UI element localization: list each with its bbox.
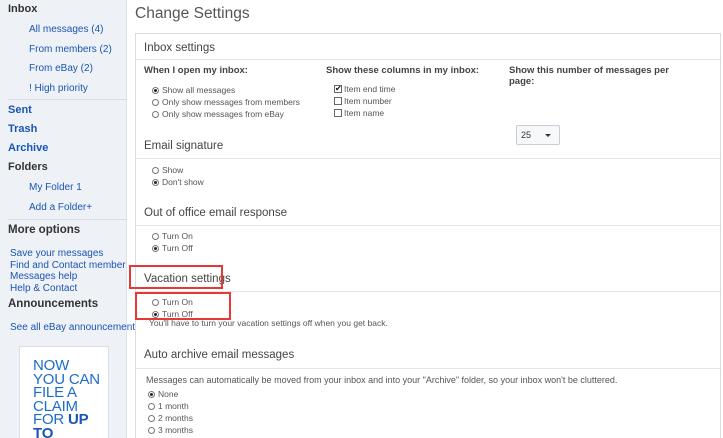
sidebar-divider bbox=[8, 99, 126, 100]
divider bbox=[136, 158, 722, 159]
main-content: Change Settings Inbox settings When I op… bbox=[127, 0, 723, 438]
archive-1-month-option[interactable]: 1 month bbox=[148, 401, 189, 411]
promo-line: FOR UP TO bbox=[33, 412, 108, 438]
only-members-option[interactable]: Only show messages from members bbox=[152, 97, 300, 107]
option-label: Show bbox=[162, 165, 184, 175]
sidebar-item-from-ebay[interactable]: From eBay (2) bbox=[0, 59, 126, 79]
option-label: 1 month bbox=[158, 401, 189, 411]
archive-none-option[interactable]: None bbox=[148, 389, 178, 399]
vacation-on-option[interactable]: Turn On bbox=[152, 297, 193, 307]
item-end-time-checkbox[interactable]: ✔ Item end time bbox=[334, 84, 396, 94]
help-contact-link[interactable]: Help & Contact bbox=[0, 283, 126, 295]
sidebar-item-high-priority[interactable]: ! High priority bbox=[0, 79, 126, 99]
sidebar-item-trash[interactable]: Trash bbox=[0, 121, 126, 140]
see-all-announcements-link[interactable]: See all eBay announcements bbox=[0, 322, 140, 334]
item-number-checkbox[interactable]: Item number bbox=[334, 96, 392, 106]
option-label: 3 months bbox=[158, 425, 193, 435]
option-label: Don't show bbox=[162, 177, 204, 187]
option-label: Show all messages bbox=[162, 85, 236, 95]
checkbox-checked-icon[interactable]: ✔ bbox=[334, 85, 342, 93]
sidebar-item-from-members[interactable]: From members (2) bbox=[0, 40, 126, 60]
checkbox-icon[interactable] bbox=[334, 109, 342, 117]
radio-selected-icon[interactable] bbox=[148, 390, 155, 398]
columns-heading: Show these columns in my inbox: bbox=[326, 65, 480, 76]
option-label: Only show messages from members bbox=[162, 97, 300, 107]
divider bbox=[136, 291, 722, 292]
caret-down-icon bbox=[545, 134, 551, 137]
vacation-note: You'll have to turn your vacation settin… bbox=[149, 318, 388, 328]
sidebar-inbox-heading[interactable]: Inbox bbox=[0, 1, 126, 20]
option-label: Turn On bbox=[162, 297, 193, 307]
option-label: Turn On bbox=[162, 231, 193, 241]
signature-dont-show-option[interactable]: Don't show bbox=[152, 177, 204, 187]
divider bbox=[136, 59, 722, 60]
radio-icon[interactable] bbox=[152, 110, 159, 118]
messages-help-link[interactable]: Messages help bbox=[0, 271, 126, 283]
radio-icon[interactable] bbox=[148, 414, 155, 422]
radio-icon[interactable] bbox=[152, 298, 159, 306]
radio-icon[interactable] bbox=[152, 232, 159, 240]
find-contact-member-link[interactable]: Find and Contact member bbox=[0, 260, 126, 272]
out-of-office-off-option[interactable]: Turn Off bbox=[152, 243, 193, 253]
option-label: Item end time bbox=[344, 84, 396, 94]
radio-selected-icon[interactable] bbox=[152, 86, 159, 94]
only-ebay-option[interactable]: Only show messages from eBay bbox=[152, 109, 284, 119]
sidebar: Inbox All messages (4) From members (2) … bbox=[0, 0, 140, 438]
divider bbox=[136, 225, 722, 226]
radio-icon[interactable] bbox=[152, 166, 159, 174]
archive-2-months-option[interactable]: 2 months bbox=[148, 413, 193, 423]
sidebar-divider bbox=[8, 219, 126, 220]
radio-icon[interactable] bbox=[148, 402, 155, 410]
signature-show-option[interactable]: Show bbox=[152, 165, 183, 175]
announcements-heading: Announcements bbox=[8, 298, 99, 310]
sidebar-item-my-folder-1[interactable]: My Folder 1 bbox=[0, 178, 126, 198]
save-messages-link[interactable]: Save your messages bbox=[0, 248, 126, 260]
option-label: Item number bbox=[344, 96, 392, 106]
item-name-checkbox[interactable]: Item name bbox=[334, 108, 384, 118]
radio-selected-icon[interactable] bbox=[152, 244, 159, 252]
sidebar-item-archive[interactable]: Archive bbox=[0, 140, 126, 159]
out-of-office-title: Out of office email response bbox=[144, 207, 287, 219]
page-size-heading: Show this number of messages per page: bbox=[509, 65, 669, 87]
heading-line: Show this number of messages per bbox=[509, 65, 669, 76]
radio-icon[interactable] bbox=[148, 426, 155, 434]
radio-icon[interactable] bbox=[152, 98, 159, 106]
radio-selected-icon[interactable] bbox=[152, 178, 159, 186]
sidebar-item-sent[interactable]: Sent bbox=[0, 102, 126, 121]
page-title: Change Settings bbox=[135, 5, 250, 22]
auto-archive-description: Messages can automatically be moved from… bbox=[146, 375, 618, 385]
option-label: None bbox=[158, 389, 179, 399]
divider bbox=[136, 368, 722, 369]
show-all-messages-option[interactable]: Show all messages bbox=[152, 85, 235, 95]
heading-line: page: bbox=[509, 75, 535, 87]
page-size-dropdown[interactable]: 25 bbox=[516, 125, 560, 145]
option-label: Item name bbox=[344, 108, 385, 118]
out-of-office-on-option[interactable]: Turn On bbox=[152, 231, 193, 241]
settings-panel: Inbox settings When I open my inbox: Sho… bbox=[135, 33, 722, 438]
sidebar-item-all-messages[interactable]: All messages (4) bbox=[0, 20, 126, 40]
more-options-heading: More options bbox=[8, 224, 81, 236]
inbox-settings-title: Inbox settings bbox=[144, 42, 215, 54]
open-inbox-heading: When I open my inbox: bbox=[144, 65, 248, 76]
archive-3-months-option[interactable]: 3 months bbox=[148, 425, 193, 435]
email-signature-title: Email signature bbox=[144, 140, 224, 152]
auto-archive-title: Auto archive email messages bbox=[144, 349, 295, 361]
option-label: 2 months bbox=[158, 413, 193, 423]
option-label: Turn Off bbox=[162, 243, 193, 253]
option-label: Only show messages from eBay bbox=[162, 109, 284, 119]
page-size-value: 25 bbox=[521, 130, 532, 140]
promo-banner[interactable]: NOW YOU CAN FILE A CLAIM FOR UP TO bbox=[19, 346, 109, 438]
vacation-settings-title: Vacation settings bbox=[144, 273, 231, 285]
add-folder-link[interactable]: Add a Folder+ bbox=[0, 198, 126, 218]
sidebar-folders-heading: Folders bbox=[8, 161, 48, 173]
checkbox-icon[interactable] bbox=[334, 97, 342, 105]
radio-selected-icon[interactable] bbox=[152, 310, 159, 318]
